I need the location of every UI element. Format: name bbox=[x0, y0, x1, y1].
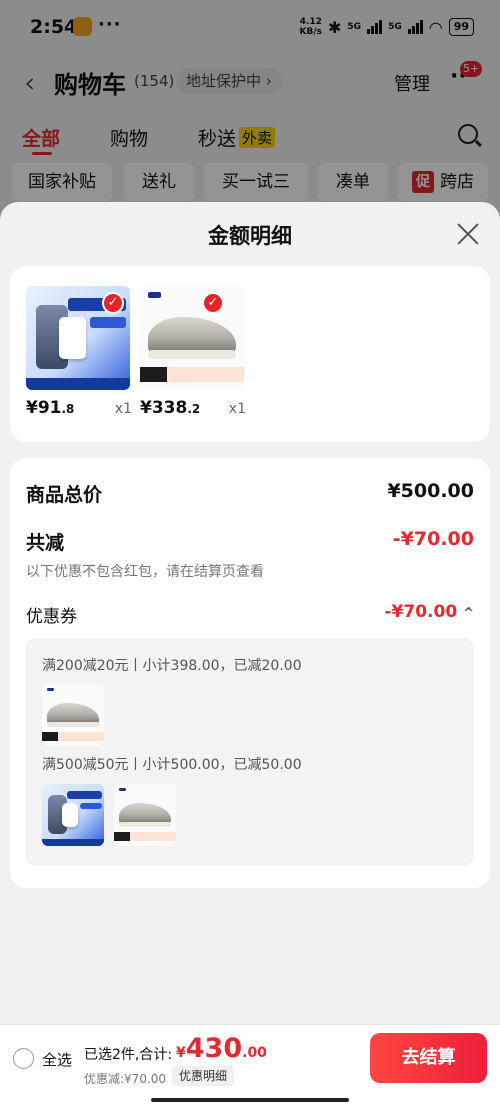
product-qty: x1 bbox=[228, 401, 246, 417]
saved-amount: 优惠减:¥70.00 bbox=[84, 1072, 167, 1086]
reduce-note: 以下优惠不包含红包，请在结算页查看 bbox=[26, 564, 264, 580]
price-int: ¥338 bbox=[140, 398, 188, 418]
close-icon[interactable] bbox=[456, 222, 480, 246]
artwork-pack bbox=[59, 317, 87, 359]
total-price: ¥430.00 bbox=[176, 1033, 267, 1064]
product-item[interactable]: ✓ ¥338.2 x1 bbox=[140, 286, 246, 422]
product-price: ¥338.2 bbox=[140, 398, 200, 418]
selected-check-icon: ✓ bbox=[102, 292, 124, 314]
price-int: ¥91 bbox=[26, 398, 62, 418]
sheet-title: 金额明细 bbox=[208, 224, 292, 248]
coupon-product-thumb-shoe[interactable] bbox=[42, 684, 104, 746]
selected-check-icon: ✓ bbox=[202, 292, 224, 314]
select-all-label[interactable]: 全选 bbox=[42, 1049, 72, 1070]
reduce-row: 共减 -¥70.00 bbox=[26, 528, 474, 558]
shoe-artwork-thumb bbox=[42, 684, 104, 746]
product-image-powerbank[interactable]: ✓ bbox=[26, 286, 130, 390]
reduce-label: 共减 bbox=[26, 532, 65, 554]
total-currency: ¥ bbox=[176, 1045, 186, 1061]
artwork-pack bbox=[61, 802, 78, 828]
total-value: ¥500.00 bbox=[387, 480, 474, 502]
product-price: ¥91.8 bbox=[26, 398, 74, 418]
coupon-product-thumb-powerbank[interactable] bbox=[42, 784, 104, 846]
total-decimal: .00 bbox=[242, 1045, 267, 1061]
artwork-tagline bbox=[114, 832, 176, 842]
select-all-radio[interactable] bbox=[13, 1048, 34, 1069]
reduce-value: -¥70.00 bbox=[392, 528, 474, 550]
product-price-row: ¥91.8 x1 bbox=[26, 398, 132, 422]
artwork-badge bbox=[90, 317, 126, 328]
product-price-row: ¥338.2 x1 bbox=[140, 398, 246, 422]
total-integer: 430 bbox=[185, 1033, 243, 1064]
reduce-note-row: 以下优惠不包含红包，请在结算页查看 bbox=[26, 561, 474, 581]
product-image-shoe[interactable]: ✓ bbox=[140, 286, 244, 390]
dim-overlay[interactable] bbox=[0, 0, 500, 230]
shoe-artwork-thumb bbox=[114, 784, 176, 846]
artwork-tagline bbox=[42, 732, 104, 742]
price-summary-card: 商品总价 ¥500.00 共减 -¥70.00 以下优惠不包含红包，请在结算页查… bbox=[10, 458, 490, 888]
checkout-bar: 全选 已选2件,合计: ¥430.00 优惠减:¥70.00 优惠明细 去结算 bbox=[0, 1024, 500, 1111]
total-row: 商品总价 ¥500.00 bbox=[26, 480, 474, 510]
coupon-details-box: 满200减20元丨小计398.00，已减20.00 满500减50元丨小计500… bbox=[26, 638, 474, 866]
artwork-headline bbox=[66, 791, 102, 799]
home-indicator[interactable] bbox=[151, 1098, 349, 1102]
powerbank-artwork-thumb bbox=[42, 784, 104, 846]
coupon-value[interactable]: -¥70.00 ^ bbox=[385, 602, 475, 622]
artwork-tagline bbox=[140, 367, 244, 382]
selected-products-card: ✓ ¥91.8 x1 ✓ ¥338.2 x1 bbox=[10, 266, 490, 442]
artwork-brand-logo bbox=[148, 292, 161, 299]
artwork-sole bbox=[118, 822, 172, 828]
shoe-artwork bbox=[140, 286, 244, 390]
amount-detail-sheet: 金额明细 ✓ ¥91.8 x1 ✓ ¥338.2 x1 商品总价 ¥500.00… bbox=[0, 202, 500, 1111]
selected-summary: 已选2件,合计: bbox=[84, 1047, 173, 1063]
coupon-rule-2: 满500减50元丨小计500.00，已减50.00 bbox=[42, 757, 302, 773]
artwork-brand-logo bbox=[46, 687, 55, 692]
coupon-label: 优惠券 bbox=[26, 607, 77, 627]
product-qty: x1 bbox=[114, 401, 132, 417]
total-label: 商品总价 bbox=[26, 484, 103, 506]
checkout-button[interactable]: 去结算 bbox=[370, 1033, 487, 1083]
coupon-amount: -¥70.00 bbox=[384, 602, 458, 622]
artwork-sole bbox=[46, 722, 100, 728]
coupon-row[interactable]: 优惠券 -¥70.00 ^ bbox=[26, 602, 474, 628]
coupon-product-thumb-shoe-2[interactable] bbox=[114, 784, 176, 846]
price-dec: .8 bbox=[61, 402, 75, 416]
artwork-strip bbox=[42, 838, 104, 846]
artwork-badge bbox=[80, 802, 102, 809]
artwork-strip bbox=[26, 377, 130, 390]
product-item[interactable]: ✓ ¥91.8 x1 bbox=[26, 286, 132, 422]
artwork-sole bbox=[148, 350, 236, 359]
artwork-brand-logo bbox=[118, 787, 127, 792]
coupon-rule-1: 满200减20元丨小计398.00，已减20.00 bbox=[42, 658, 302, 674]
price-dec: .2 bbox=[187, 402, 201, 416]
discount-detail-button[interactable]: 优惠明细 bbox=[172, 1066, 235, 1086]
chevron-up-icon: ^ bbox=[463, 606, 474, 621]
